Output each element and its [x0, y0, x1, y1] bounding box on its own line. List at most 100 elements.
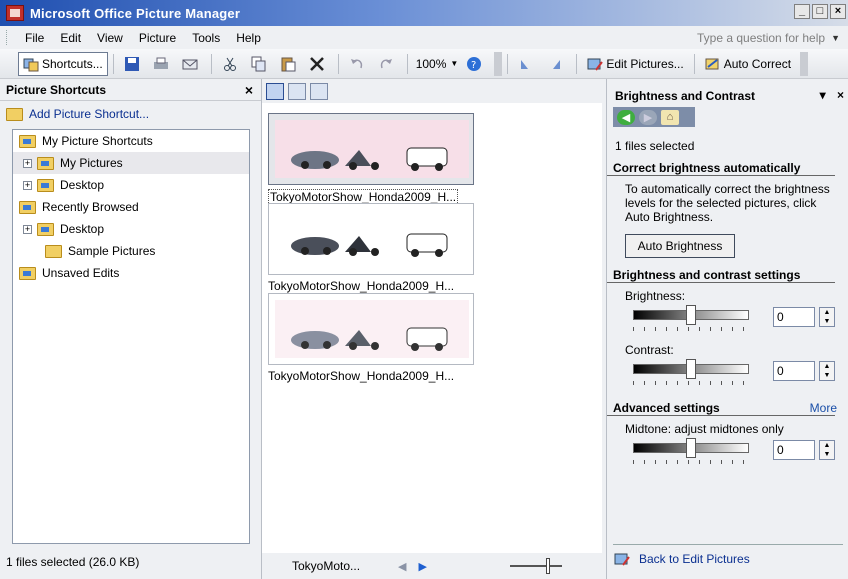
close-icon[interactable]: ×: [245, 82, 253, 98]
back-link-label: Back to Edit Pictures: [639, 552, 750, 566]
zoom-slider[interactable]: [510, 558, 562, 574]
save-button[interactable]: [119, 52, 148, 76]
tree-item-my-picture-shortcuts[interactable]: My Picture Shortcuts: [13, 130, 249, 152]
tree-item-unsaved-edits[interactable]: Unsaved Edits: [13, 262, 249, 284]
expand-icon[interactable]: +: [23, 224, 32, 234]
add-picture-shortcut-link[interactable]: Add Picture Shortcut...: [0, 101, 261, 127]
email-button[interactable]: [177, 52, 206, 76]
toolbar-overflow[interactable]: [800, 51, 809, 76]
brightness-slider-handle[interactable]: [686, 305, 696, 325]
print-icon: [153, 57, 168, 69]
contrast-slider[interactable]: [633, 359, 749, 379]
close-button[interactable]: ×: [830, 4, 846, 19]
help-button[interactable]: ?: [461, 52, 490, 76]
edit-pictures-icon: [614, 553, 630, 566]
chevron-down-icon[interactable]: ▼: [831, 33, 840, 43]
redo-button[interactable]: [373, 52, 402, 76]
spin-arrows-icon[interactable]: ▲ ▼: [819, 307, 835, 327]
thumbnail-frame[interactable]: [268, 113, 474, 185]
shortcuts-label: Shortcuts...: [42, 56, 103, 71]
filmstrip-view-icon[interactable]: [288, 82, 306, 100]
midtone-ticks: [633, 460, 749, 464]
zoom-slider-handle[interactable]: [546, 558, 550, 574]
rotate-left-button[interactable]: [513, 52, 542, 76]
tree-item-sample-pictures[interactable]: Sample Pictures: [13, 240, 249, 262]
tree-item-desktop-recent[interactable]: + Desktop: [13, 218, 249, 240]
tree-item-label: Desktop: [60, 178, 105, 192]
midtone-spinner[interactable]: 0 ▲ ▼: [773, 440, 837, 460]
folder-icon: [37, 156, 54, 170]
chevron-down-icon[interactable]: ▼: [450, 59, 458, 68]
tree-item-recently-browsed[interactable]: Recently Browsed: [13, 196, 249, 218]
shortcuts-button[interactable]: Shortcuts...: [18, 51, 108, 76]
menu-tools[interactable]: Tools: [184, 31, 228, 45]
thumbnail-item[interactable]: TokyoMotorShow_Honda2009_H...: [268, 293, 474, 383]
expand-icon[interactable]: +: [23, 158, 32, 168]
close-icon[interactable]: ×: [837, 88, 844, 102]
help-search-input[interactable]: Type a question for help ▼: [670, 28, 844, 47]
chevron-down-icon[interactable]: ▾: [820, 88, 826, 102]
thumbnail-view-icon[interactable]: [266, 82, 284, 100]
menu-view[interactable]: View: [89, 31, 131, 45]
auto-brightness-heading: Correct brightness automatically: [607, 161, 835, 176]
single-view-icon[interactable]: [310, 82, 328, 100]
tree-item-my-pictures[interactable]: + My Pictures: [13, 152, 249, 174]
delete-button[interactable]: [304, 52, 333, 76]
maximize-button[interactable]: □: [812, 4, 828, 19]
undo-button[interactable]: [344, 52, 373, 76]
thumbnail-pane: TokyoMotorShow_Honda2009_H... TokyoMotor…: [262, 79, 602, 579]
brightness-input[interactable]: 0: [773, 307, 815, 327]
paste-icon: [281, 57, 296, 71]
paste-button[interactable]: [275, 52, 304, 76]
rotate-right-button[interactable]: [542, 52, 571, 76]
menu-help[interactable]: Help: [228, 31, 269, 45]
edit-pictures-icon: [587, 58, 604, 71]
auto-correct-button[interactable]: Auto Correct: [700, 52, 796, 76]
menu-picture[interactable]: Picture: [131, 31, 184, 45]
menu-grip[interactable]: [6, 30, 9, 45]
menu-file[interactable]: File: [17, 31, 52, 45]
center-status-bar: TokyoMoto... ◀ ▶: [262, 553, 602, 579]
home-icon[interactable]: ⌂: [661, 109, 679, 125]
contrast-spinner[interactable]: 0 ▲ ▼: [773, 361, 837, 381]
toolbar-separator: [693, 53, 695, 74]
status-selection: 1 files selected (26.0 KB): [6, 555, 140, 569]
auto-brightness-button[interactable]: Auto Brightness: [625, 234, 735, 258]
menu-edit[interactable]: Edit: [52, 31, 89, 45]
minimize-button[interactable]: _: [794, 4, 810, 19]
more-link[interactable]: More: [810, 401, 837, 415]
toolbar-separator: [576, 53, 578, 74]
tree-item-desktop[interactable]: + Desktop: [13, 174, 249, 196]
thumbnail-frame[interactable]: [268, 293, 474, 365]
files-selected-text: 1 files selected: [615, 139, 695, 153]
back-arrow-icon[interactable]: ◀: [617, 109, 635, 125]
print-button[interactable]: [148, 52, 177, 76]
brightness-spinner[interactable]: 0 ▲ ▼: [773, 307, 837, 327]
previous-icon[interactable]: ◀: [398, 560, 406, 573]
midtone-input[interactable]: 0: [773, 440, 815, 460]
brightness-slider[interactable]: [633, 305, 749, 325]
shortcut-tree: My Picture Shortcuts + My Pictures + Des…: [12, 129, 250, 544]
thumbnail-item[interactable]: TokyoMotorShow_Honda2009_H...: [268, 203, 474, 293]
edit-pictures-button[interactable]: Edit Pictures...: [582, 52, 688, 76]
toolbar-overflow[interactable]: [494, 51, 503, 76]
midtone-slider-handle[interactable]: [686, 438, 696, 458]
folder-icon: [37, 178, 54, 192]
contrast-slider-handle[interactable]: [686, 359, 696, 379]
cut-button[interactable]: [217, 52, 246, 76]
back-to-edit-pictures-link[interactable]: Back to Edit Pictures: [613, 544, 843, 567]
window-title: Microsoft Office Picture Manager: [30, 5, 241, 21]
copy-button[interactable]: [246, 52, 275, 76]
contrast-input[interactable]: 0: [773, 361, 815, 381]
thumbnail-frame[interactable]: [268, 203, 474, 275]
spin-arrows-icon[interactable]: ▲ ▼: [819, 361, 835, 381]
spin-arrows-icon[interactable]: ▲ ▼: [819, 440, 835, 460]
thumbnail-item[interactable]: TokyoMotorShow_Honda2009_H...: [268, 113, 474, 205]
midtone-slider[interactable]: [633, 438, 749, 458]
brightness-contrast-heading: Brightness and contrast settings: [607, 268, 835, 283]
next-icon[interactable]: ▶: [419, 560, 427, 573]
forward-arrow-icon[interactable]: ▶: [639, 109, 657, 125]
expand-icon[interactable]: +: [23, 180, 32, 190]
zoom-select[interactable]: 100% ▼: [413, 54, 462, 74]
brightness-control: 0 ▲ ▼: [607, 303, 848, 343]
